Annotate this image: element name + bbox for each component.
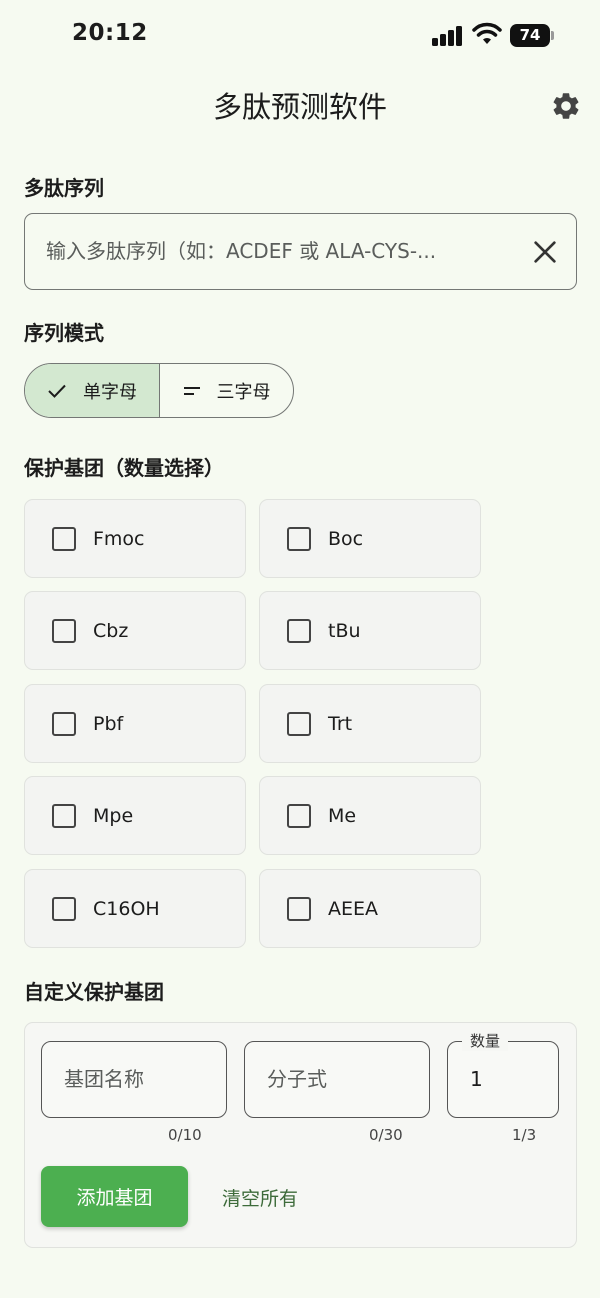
- protecting-group-pbf[interactable]: Pbf: [24, 684, 246, 763]
- mode-label: 序列模式: [24, 321, 104, 345]
- quantity-field[interactable]: 数量: [447, 1030, 559, 1118]
- protecting-group-label: AEEA: [328, 897, 379, 920]
- protecting-group-c16oh[interactable]: C16OH: [24, 869, 246, 948]
- checkbox[interactable]: [287, 803, 311, 828]
- add-group-button[interactable]: 添加基团: [41, 1166, 188, 1227]
- protecting-group-fmoc[interactable]: Fmoc: [24, 499, 246, 578]
- battery-level: 74: [510, 24, 550, 47]
- protecting-group-aeea[interactable]: AEEA: [259, 869, 481, 948]
- mode-option-label: 三字母: [216, 381, 271, 403]
- check-icon: [47, 383, 67, 399]
- status-bar: 20:12 74: [0, 0, 600, 72]
- protecting-group-label: Trt: [328, 712, 353, 735]
- formula-input[interactable]: [267, 1042, 415, 1116]
- protecting-group-label: Me: [328, 804, 357, 827]
- sequence-field[interactable]: [24, 213, 577, 290]
- checkbox[interactable]: [287, 618, 311, 643]
- sequence-label: 多肽序列: [24, 176, 104, 200]
- checkbox[interactable]: [52, 896, 76, 921]
- checkbox[interactable]: [52, 711, 76, 736]
- status-time: 20:12: [72, 20, 148, 46]
- checkbox[interactable]: [52, 526, 76, 551]
- short-text-icon: [183, 385, 201, 397]
- formula-field[interactable]: [244, 1041, 430, 1118]
- mode-three-letter-button[interactable]: 三字母: [160, 364, 293, 417]
- checkbox[interactable]: [52, 618, 76, 643]
- sequence-input[interactable]: [46, 214, 516, 288]
- wifi-icon: [472, 22, 502, 44]
- protecting-group-label: Boc: [328, 527, 364, 550]
- mode-option-label: 单字母: [83, 381, 137, 403]
- protecting-group-label: tBu: [328, 619, 361, 642]
- protecting-group-cbz[interactable]: Cbz: [24, 591, 246, 670]
- protecting-group-label: C16OH: [93, 897, 160, 920]
- formula-counter: 0/30: [369, 1126, 403, 1144]
- protecting-groups-label: 保护基团（数量选择）: [24, 456, 224, 480]
- checkbox[interactable]: [287, 711, 311, 736]
- protecting-group-me[interactable]: Me: [259, 776, 481, 855]
- mode-single-letter-button[interactable]: 单字母: [25, 364, 160, 417]
- protecting-group-label: Pbf: [93, 712, 124, 735]
- protecting-group-trt[interactable]: Trt: [259, 684, 481, 763]
- checkbox[interactable]: [52, 803, 76, 828]
- protecting-group-boc[interactable]: Boc: [259, 499, 481, 578]
- protecting-group-tbu[interactable]: tBu: [259, 591, 481, 670]
- checkbox[interactable]: [287, 526, 311, 551]
- quantity-counter: 1/3: [512, 1126, 537, 1144]
- quantity-input[interactable]: [470, 1042, 558, 1116]
- clear-all-button[interactable]: 清空所有: [222, 1184, 298, 1211]
- cellular-signal-icon: [432, 26, 464, 46]
- protecting-group-mpe[interactable]: Mpe: [24, 776, 246, 855]
- app-title: 多肽预测软件: [212, 90, 387, 124]
- group-name-counter: 0/10: [168, 1126, 202, 1144]
- custom-group-label: 自定义保护基团: [24, 980, 164, 1004]
- mode-segmented-control: 单字母 三字母: [24, 363, 294, 418]
- checkbox[interactable]: [287, 896, 311, 921]
- protecting-group-label: Mpe: [93, 804, 134, 827]
- group-name-field[interactable]: [41, 1041, 227, 1118]
- gear-icon[interactable]: [550, 90, 582, 122]
- protecting-group-label: Fmoc: [93, 527, 145, 550]
- battery-icon: 74: [510, 24, 554, 47]
- protecting-group-label: Cbz: [93, 619, 129, 642]
- close-icon[interactable]: [531, 238, 559, 266]
- group-name-input[interactable]: [64, 1042, 212, 1116]
